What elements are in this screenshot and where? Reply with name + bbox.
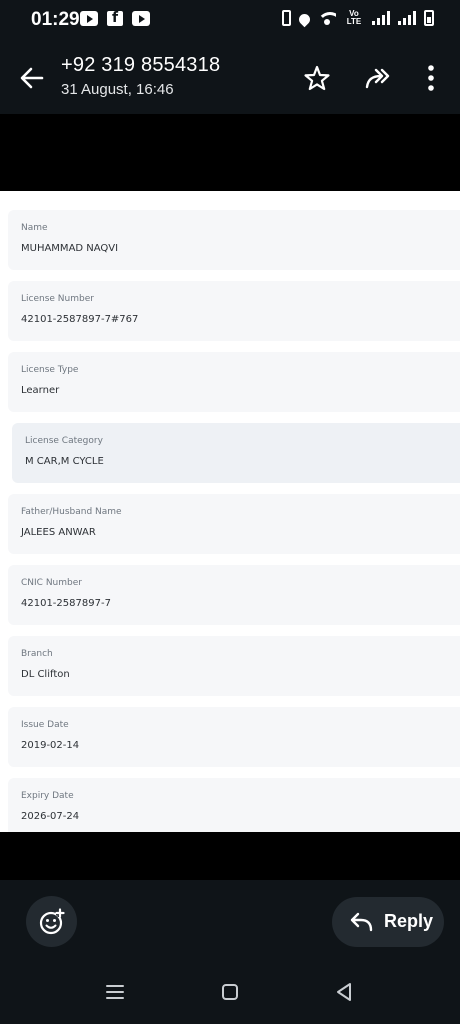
license-details-image[interactable]: Name MUHAMMAD NAQVI License Number 42101… — [0, 191, 460, 832]
triangle-back-icon — [337, 983, 351, 1001]
home-square-icon — [222, 984, 238, 1000]
field-value: DL Clifton — [21, 669, 70, 680]
media-letterbox-top — [0, 114, 460, 191]
field-label: License Type — [21, 365, 79, 375]
field-label: Father/Husband Name — [21, 507, 122, 517]
add-reaction-icon — [39, 908, 65, 935]
recents-button[interactable] — [103, 980, 127, 1004]
field-value: Learner — [21, 385, 60, 396]
field-label: Issue Date — [21, 720, 69, 730]
forward-button[interactable] — [360, 60, 396, 96]
back-nav-button[interactable] — [332, 980, 356, 1004]
star-button[interactable] — [299, 60, 335, 96]
status-bar: 01:29 Vo LTE — [0, 0, 460, 42]
forward-icon — [365, 68, 390, 89]
app-bar: +92 319 8554318 31 August, 16:46 — [0, 42, 460, 114]
back-button[interactable] — [14, 60, 50, 96]
reply-button[interactable]: Reply — [332, 897, 444, 947]
page-title: +92 319 8554318 — [61, 54, 221, 76]
signal-icon — [372, 11, 390, 25]
location-icon — [296, 11, 313, 27]
system-icons: Vo LTE — [282, 10, 434, 27]
field-label: Name — [21, 223, 48, 233]
more-vertical-icon — [428, 65, 434, 91]
star-icon — [304, 65, 330, 91]
field-expiry-date: Expiry Date 2026-07-24 — [8, 778, 460, 832]
field-issue-date: Issue Date 2019-02-14 — [8, 707, 460, 767]
battery-icon — [424, 10, 434, 26]
facebook-icon — [107, 10, 123, 26]
volte-icon: Vo LTE — [344, 10, 364, 26]
field-label: License Number — [21, 294, 94, 304]
wifi-icon — [318, 11, 336, 25]
more-options-button[interactable] — [413, 60, 449, 96]
field-license-type: License Type Learner — [8, 352, 460, 412]
signal-icon — [398, 11, 416, 25]
notification-icons — [80, 10, 150, 26]
react-button[interactable] — [26, 896, 77, 947]
media-letterbox-bottom — [0, 832, 460, 880]
field-label: License Category — [25, 436, 103, 446]
field-value: M CAR,M CYCLE — [25, 456, 104, 467]
arrow-left-icon — [20, 67, 44, 89]
field-value: MUHAMMAD NAQVI — [21, 243, 119, 254]
field-father-husband-name: Father/Husband Name JALEES ANWAR — [8, 494, 460, 554]
field-label: Branch — [21, 649, 53, 659]
field-value: 42101-2587897-7#767 — [21, 314, 139, 325]
field-value: 42101-2587897-7 — [21, 598, 111, 609]
reply-arrow-icon — [350, 912, 373, 932]
field-license-category: License Category M CAR,M CYCLE — [12, 423, 460, 483]
menu-lines-icon — [106, 985, 124, 999]
bottom-bar: Reply — [0, 880, 460, 1024]
reply-label: Reply — [384, 911, 434, 931]
field-label: CNIC Number — [21, 578, 82, 588]
field-license-number: License Number 42101-2587897-7#767 — [8, 281, 460, 341]
vibrate-icon — [282, 10, 291, 26]
field-value: 2019-02-14 — [21, 740, 80, 751]
field-value: 2026-07-24 — [21, 811, 80, 822]
field-cnic-number: CNIC Number 42101-2587897-7 — [8, 565, 460, 625]
field-label: Expiry Date — [21, 791, 74, 801]
field-branch: Branch DL Clifton — [8, 636, 460, 696]
field-value: JALEES ANWAR — [21, 527, 96, 538]
volte-line-2: LTE — [346, 17, 362, 26]
youtube-icon — [132, 11, 150, 26]
status-time: 01:29 — [31, 9, 80, 30]
youtube-icon — [80, 11, 98, 26]
field-name: Name MUHAMMAD NAQVI — [8, 210, 460, 270]
home-button[interactable] — [218, 980, 242, 1004]
message-timestamp: 31 August, 16:46 — [61, 81, 174, 98]
